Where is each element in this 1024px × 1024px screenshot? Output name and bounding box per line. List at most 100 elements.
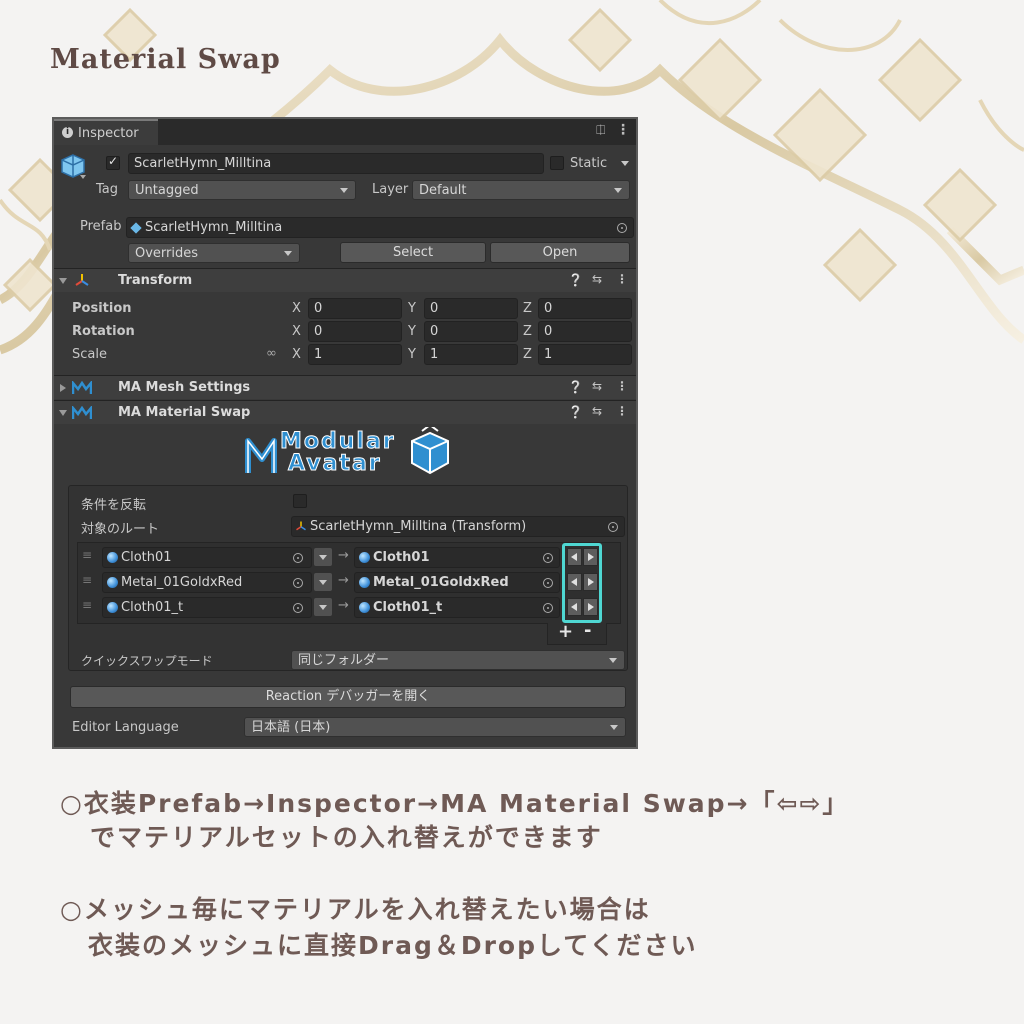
presets-icon[interactable]: ⇆ xyxy=(592,404,602,418)
modular-avatar-logo: Modular Avatar xyxy=(244,423,454,483)
rotation-x-input[interactable]: 0 xyxy=(308,321,402,342)
scale-z-input[interactable]: 1 xyxy=(538,344,632,365)
transform-header[interactable]: Transform ❔ ⇆ ⋮ xyxy=(54,268,636,292)
prefab-value: ScarletHymn_Milltina xyxy=(145,220,283,235)
tab-inspector[interactable]: i Inspector xyxy=(54,119,158,145)
list-item: ≡ Cloth01 → Cloth01 xyxy=(78,546,620,570)
quick-swap-mode-value: 同じフォルダー xyxy=(298,653,390,668)
invert-condition-label: 条件を反転 xyxy=(81,498,147,513)
to-material-value: Cloth01_t xyxy=(373,600,443,615)
position-x-input[interactable]: 0 xyxy=(308,298,402,319)
context-menu-icon[interactable]: ⋮ xyxy=(616,379,628,393)
tag-value: Untagged xyxy=(135,183,199,198)
material-menu-dropdown[interactable] xyxy=(313,597,333,617)
foldout-arrow-icon[interactable] xyxy=(59,278,67,284)
overrides-dropdown[interactable]: Overrides xyxy=(128,243,300,263)
drag-handle-icon[interactable]: ≡ xyxy=(82,598,92,612)
material-menu-dropdown[interactable] xyxy=(313,547,333,567)
help-icon[interactable]: ❔ xyxy=(568,380,583,394)
object-picker-icon[interactable] xyxy=(617,223,627,233)
scale-x-input[interactable]: 1 xyxy=(308,344,402,365)
from-material-field[interactable]: Cloth01 xyxy=(102,547,312,568)
context-menu-icon[interactable]: ⋮ xyxy=(616,404,628,418)
material-sphere-icon xyxy=(107,577,118,588)
transform-axes-icon xyxy=(295,519,307,536)
constrain-proportions-icon[interactable]: ∞ xyxy=(266,346,277,361)
foldout-arrow-icon[interactable] xyxy=(60,384,66,392)
to-material-value: Metal_01GoldxRed xyxy=(373,575,509,590)
open-button[interactable]: Open xyxy=(490,242,630,263)
presets-icon[interactable]: ⇆ xyxy=(592,379,602,393)
more-menu-icon[interactable]: ⋮ xyxy=(616,122,630,138)
instruction-line-4: 衣装のメッシュに直接Drag＆Dropしてください xyxy=(88,931,698,960)
object-picker-icon[interactable] xyxy=(543,603,553,613)
icon-dropdown-caret[interactable] xyxy=(80,175,86,179)
modular-avatar-icon xyxy=(71,379,93,399)
list-footer: + - xyxy=(547,620,607,645)
list-item: ≡ Cloth01_t → Cloth01_t xyxy=(78,596,620,620)
to-material-field[interactable]: Metal_01GoldxRed xyxy=(354,572,560,593)
object-name-input[interactable]: ScarletHymn_Milltina xyxy=(128,153,544,174)
tag-dropdown[interactable]: Untagged xyxy=(128,180,356,200)
prefab-field[interactable]: ScarletHymn_Milltina xyxy=(126,217,634,238)
axis-z-label: Z xyxy=(523,347,532,362)
list-item: ≡ Metal_01GoldxRed → Metal_01GoldxRed xyxy=(78,571,620,595)
arrow-right-icon: → xyxy=(338,548,349,563)
target-root-field[interactable]: ScarletHymn_Milltina (Transform) xyxy=(291,516,625,537)
instruction-line-2: でマテリアルセットの入れ替えができます xyxy=(90,823,603,852)
layer-dropdown[interactable]: Default xyxy=(412,180,630,200)
static-dropdown-caret[interactable] xyxy=(621,161,629,166)
context-menu-icon[interactable]: ⋮ xyxy=(616,272,628,286)
mesh-settings-title: MA Mesh Settings xyxy=(118,380,251,395)
from-material-field[interactable]: Cloth01_t xyxy=(102,597,312,618)
object-picker-icon[interactable] xyxy=(293,603,303,613)
object-picker-icon[interactable] xyxy=(293,553,303,563)
editor-language-value: 日本語 (日本) xyxy=(251,720,331,735)
rotation-z-input[interactable]: 0 xyxy=(538,321,632,342)
mesh-settings-header[interactable]: MA Mesh Settings ❔ ⇆ ⋮ xyxy=(54,375,636,399)
position-z-input[interactable]: 0 xyxy=(538,298,632,319)
material-sphere-icon xyxy=(359,602,370,613)
from-material-field[interactable]: Metal_01GoldxRed xyxy=(102,572,312,593)
help-icon[interactable]: ❔ xyxy=(568,405,583,419)
position-y-input[interactable]: 0 xyxy=(424,298,518,319)
material-sphere-icon xyxy=(359,552,370,563)
axis-x-label: X xyxy=(292,301,301,316)
select-button[interactable]: Select xyxy=(340,242,486,263)
arrow-right-icon: → xyxy=(338,573,349,588)
scale-y-input[interactable]: 1 xyxy=(424,344,518,365)
drag-handle-icon[interactable]: ≡ xyxy=(82,548,92,562)
object-picker-icon[interactable] xyxy=(543,578,553,588)
drag-handle-icon[interactable]: ≡ xyxy=(82,573,92,587)
quick-swap-mode-dropdown[interactable]: 同じフォルダー xyxy=(291,650,625,670)
object-picker-icon[interactable] xyxy=(608,522,618,532)
object-picker-icon[interactable] xyxy=(293,578,303,588)
foldout-arrow-icon[interactable] xyxy=(59,410,67,416)
to-material-field[interactable]: Cloth01 xyxy=(354,547,560,568)
tag-label: Tag xyxy=(96,182,119,197)
active-checkbox[interactable]: ✓ xyxy=(106,154,120,170)
logo-line-2: Avatar xyxy=(288,451,382,477)
lock-icon[interactable]: ⎅ xyxy=(596,123,606,138)
object-picker-icon[interactable] xyxy=(543,553,553,563)
help-icon[interactable]: ❔ xyxy=(568,273,583,287)
axis-x-label: X xyxy=(292,324,301,339)
editor-language-dropdown[interactable]: 日本語 (日本) xyxy=(244,717,626,737)
presets-icon[interactable]: ⇆ xyxy=(592,272,602,286)
to-material-field[interactable]: Cloth01_t xyxy=(354,597,560,618)
material-menu-dropdown[interactable] xyxy=(313,572,333,592)
material-sphere-icon xyxy=(359,577,370,588)
rotation-y-input[interactable]: 0 xyxy=(424,321,518,342)
instruction-line-1: ○衣装Prefab→Inspector→MA Material Swap→「⇦⇨… xyxy=(60,789,850,818)
to-material-value: Cloth01 xyxy=(373,550,430,565)
invert-condition-checkbox[interactable] xyxy=(293,494,307,508)
reaction-debugger-button[interactable]: Reaction デバッガーを開く xyxy=(70,686,626,708)
add-button[interactable]: + xyxy=(558,621,573,642)
layer-label: Layer xyxy=(372,182,409,197)
gameobject-cube-icon[interactable] xyxy=(60,153,85,178)
remove-button[interactable]: - xyxy=(584,620,591,641)
prefab-label: Prefab xyxy=(80,219,122,234)
material-swap-header[interactable]: MA Material Swap ❔ ⇆ ⋮ xyxy=(54,400,636,424)
from-material-value: Metal_01GoldxRed xyxy=(121,575,243,590)
static-checkbox[interactable] xyxy=(550,156,564,170)
